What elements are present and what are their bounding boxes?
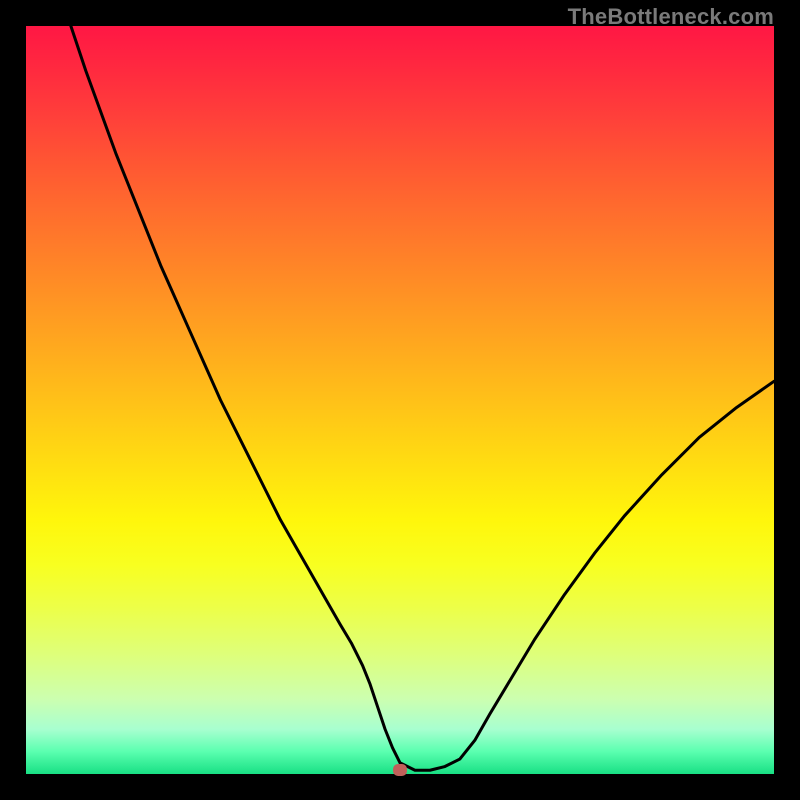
optimal-point-marker <box>393 764 407 776</box>
chart-frame: TheBottleneck.com <box>0 0 800 800</box>
chart-plot-area <box>26 26 774 774</box>
watermark-text: TheBottleneck.com <box>568 4 774 30</box>
chart-curve-svg <box>26 26 774 774</box>
bottleneck-curve <box>71 26 774 770</box>
